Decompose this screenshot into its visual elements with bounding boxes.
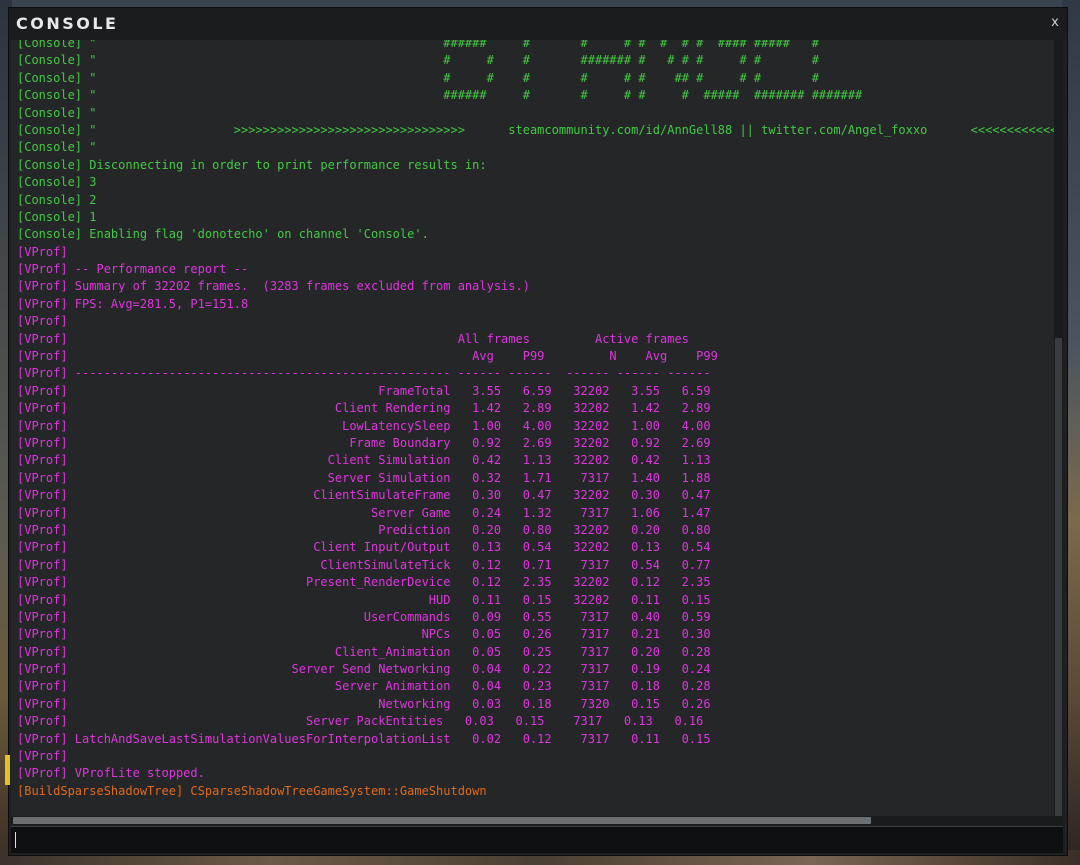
console-line: [VProf] ClientSimulateFrame 0.30 0.47 32… [17,488,711,503]
console-line: [VProf] Client Input/Output 0.13 0.54 32… [17,540,711,555]
console-line: [VProf] Present_RenderDevice 0.12 2.35 3… [17,575,711,590]
console-line: [VProf] [17,749,68,764]
console-line: [Console] " # # # ####### # # # # # # # [17,53,819,68]
console-line: [VProf] Client_Animation 0.05 0.25 7317 … [17,644,711,659]
console-line: [VProf] Summary of 32202 frames. (3283 f… [17,279,530,294]
console-line: [VProf] HUD 0.11 0.15 32202 0.11 0.15 [17,592,711,607]
console-line: [Console] Disconnecting in order to prin… [17,157,487,172]
vertical-scrollbar-thumb[interactable] [1055,338,1062,824]
console-line: [VProf] Prediction 0.20 0.80 32202 0.20 … [17,522,711,537]
console-line: [Console] " ###### # # # # # ##### #####… [17,88,863,103]
console-line: [Console] " [17,105,97,120]
console-line: [VProf] Server Game 0.24 1.32 7317 1.06 … [17,505,711,520]
console-line: [Console] " ###### # # # # # # # #### ##… [17,40,819,50]
console-window: CONSOLE x [Console] " ###### # # # # # #… [5,7,1073,856]
console-line: [VProf] Networking 0.03 0.18 7320 0.15 0… [17,696,711,711]
window-title: CONSOLE [16,14,119,33]
console-line: [VProf] Server Animation 0.04 0.23 7317 … [17,679,711,694]
console-line: [Console] " [17,140,97,155]
console-line: [VProf] All frames Active frames [17,331,689,346]
console-line: [VProf] LatchAndSaveLastSimulationValues… [17,731,711,746]
console-line: [VProf] NPCs 0.05 0.26 7317 0.21 0.30 [17,627,711,642]
console-line: [VProf] [17,244,68,259]
console-line: [VProf] --------------------------------… [17,366,711,381]
command-input[interactable] [11,827,1073,855]
console-line: [VProf] Client Rendering 1.42 2.89 32202… [17,401,711,416]
console-line: [VProf] FrameTotal 3.55 6.59 32202 3.55 … [17,383,711,398]
title-bar[interactable]: CONSOLE x [9,8,1067,40]
console-line: [VProf] UserCommands 0.09 0.55 7317 0.40… [17,609,711,624]
console-line: [VProf] Client Simulation 0.42 1.13 3220… [17,453,711,468]
text-caret [15,832,16,848]
console-line: [VProf] Avg P99 N Avg P99 [17,349,718,364]
console-line: [VProf] Server Send Networking 0.04 0.22… [17,662,711,677]
console-line: [Console] " >>>>>>>>>>>>>>>>>>>>>>>>>>>>… [17,122,1063,137]
console-line: [Console] 3 [17,175,97,190]
console-output: [Console] " ###### # # # # # # # #### ##… [11,40,1063,822]
console-line: [BuildSparseShadowTree] CSparseShadowTre… [17,783,487,798]
console-lines: [Console] " ###### # # # # # # # #### ##… [17,40,1063,800]
command-input-bar[interactable] [11,826,1073,855]
console-line: [Console] 1 [17,209,97,224]
horizontal-scrollbar[interactable] [11,816,1063,825]
close-icon[interactable]: x [1047,15,1063,33]
console-line: [VProf] VProfLite stopped. [17,766,205,781]
console-line: [VProf] FPS: Avg=281.5, P1=151.8 [17,296,249,311]
console-line: [VProf] Server PackEntities 0.03 0.15 73… [17,714,704,729]
console-line: [Console] Enabling flag 'donotecho' on c… [17,227,429,242]
console-line: [VProf] Frame Boundary 0.92 2.69 32202 0… [17,435,711,450]
console-line: [Console] " # # # # # # ## # # # # [17,70,819,85]
horizontal-scrollbar-thumb[interactable] [13,817,871,824]
console-line: [Console] 2 [17,192,97,207]
console-line: [VProf] -- Performance report -- [17,262,249,277]
vertical-scrollbar[interactable] [1054,40,1063,826]
console-line: [VProf] Server Simulation 0.32 1.71 7317… [17,470,711,485]
console-line: [VProf] LowLatencySleep 1.00 4.00 32202 … [17,418,711,433]
console-line: [VProf] ClientSimulateTick 0.12 0.71 731… [17,557,711,572]
side-marker [5,755,10,785]
console-line: [VProf] [17,314,68,329]
